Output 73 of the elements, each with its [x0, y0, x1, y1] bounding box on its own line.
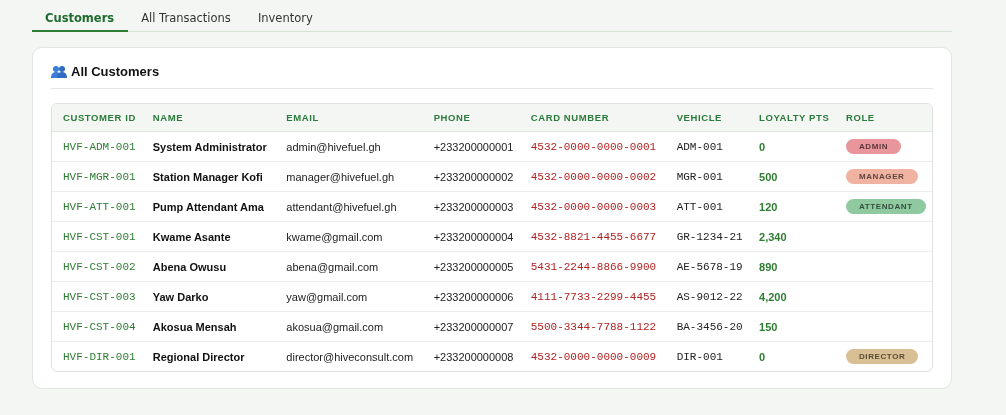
table-cell: +233200000001: [433, 140, 514, 153]
column-header: PHONE: [422, 104, 520, 132]
role-badge: DIRECTOR: [845, 349, 919, 364]
table-cell: 150: [759, 320, 778, 333]
table-cell: +233200000008: [433, 350, 514, 363]
table-cell: akosua@gmail.com: [286, 320, 384, 333]
column-header: CARD NUMBER: [519, 104, 666, 132]
table-cell: HVF-MGR-001: [63, 171, 136, 183]
table-cell: Yaw Darko: [152, 290, 209, 303]
table-cell: ATT-001: [676, 201, 723, 213]
role-badge: ADMIN: [845, 139, 902, 154]
tab[interactable]: Inventory: [244, 6, 327, 32]
table-cell: kwame@gmail.com: [286, 230, 383, 243]
table-cell: 4532-0000-0000-0009: [530, 351, 657, 363]
table-cell: Kwame Asante: [152, 230, 231, 243]
tab[interactable]: All Transactions: [128, 6, 245, 32]
table-cell: 0: [759, 350, 766, 363]
table-cell: 4532-0000-0000-0002: [530, 171, 657, 183]
column-header: EMAIL: [275, 104, 423, 132]
table-cell: 0: [759, 140, 766, 153]
role-badge: MANAGER: [845, 169, 918, 184]
table-cell: attendant@hivefuel.gh: [286, 200, 397, 213]
table-cell: HVF-CST-003: [63, 291, 136, 303]
table-cell: DIR-001: [676, 351, 723, 363]
people-icon: [51, 64, 67, 79]
tab[interactable]: Customers: [32, 6, 129, 32]
column-header: VEHICLE: [665, 104, 748, 132]
table-cell: abena@gmail.com: [286, 260, 379, 273]
table-cell: yaw@gmail.com: [286, 290, 368, 303]
table-cell: HVF-DIR-001: [63, 351, 136, 363]
table-cell: Akosua Mensah: [152, 320, 237, 333]
table-cell: HVF-CST-001: [63, 231, 136, 243]
table-cell: AS-9012-22: [676, 291, 743, 303]
table-cell: +233200000004: [433, 230, 514, 243]
table-cell: +233200000006: [433, 290, 514, 303]
table-cell: +233200000003: [433, 200, 514, 213]
column-header: LOYALTY PTS: [748, 104, 835, 132]
table-cell: Abena Owusu: [152, 260, 227, 273]
table-cell: 2,340: [759, 230, 787, 243]
table-cell: +233200000002: [433, 170, 514, 183]
column-header: ROLE: [834, 104, 932, 132]
table-cell: 4,200: [759, 290, 787, 303]
table-cell: Pump Attendant Ama: [152, 200, 264, 213]
table-cell: 500: [759, 170, 778, 183]
role-badge: ATTENDANT: [845, 199, 926, 214]
table-cell: director@hiveconsult.com: [286, 350, 414, 363]
table-cell: System Administrator: [152, 140, 267, 153]
table-cell: Station Manager Kofi: [152, 170, 263, 183]
table-cell: 4532-0000-0000-0003: [530, 201, 657, 213]
column-header: CUSTOMER ID: [52, 104, 142, 132]
table-cell: GR-1234-21: [676, 231, 743, 243]
table-cell: BA-3456-20: [676, 321, 743, 333]
table-cell: HVF-CST-002: [63, 261, 136, 273]
table-cell: +233200000007: [433, 320, 514, 333]
table-cell: HVF-ADM-001: [63, 141, 136, 153]
table-cell: Regional Director: [152, 350, 245, 363]
table-cell: 120: [759, 200, 778, 213]
table-cell: ADM-001: [676, 141, 723, 153]
table-cell: 5431-2244-8866-9900: [530, 261, 657, 273]
table-cell: AE-5678-19: [676, 261, 743, 273]
table-cell: manager@hivefuel.gh: [286, 170, 395, 183]
column-header: NAME: [141, 104, 276, 132]
table-cell: MGR-001: [676, 171, 723, 183]
table-cell: HVF-CST-004: [63, 321, 136, 333]
table-cell: 5500-3344-7788-1122: [530, 321, 657, 333]
table-cell: 4532-0000-0000-0001: [530, 141, 657, 153]
card-title: All Customers: [71, 64, 160, 79]
table-cell: 890: [759, 260, 778, 273]
table-cell: +233200000005: [433, 260, 514, 273]
table-cell: admin@hivefuel.gh: [286, 140, 381, 153]
table-cell: HVF-ATT-001: [63, 201, 136, 213]
table-cell: 4111-7733-2299-4455: [530, 291, 657, 303]
table-cell: 4532-8821-4455-6677: [530, 231, 657, 243]
